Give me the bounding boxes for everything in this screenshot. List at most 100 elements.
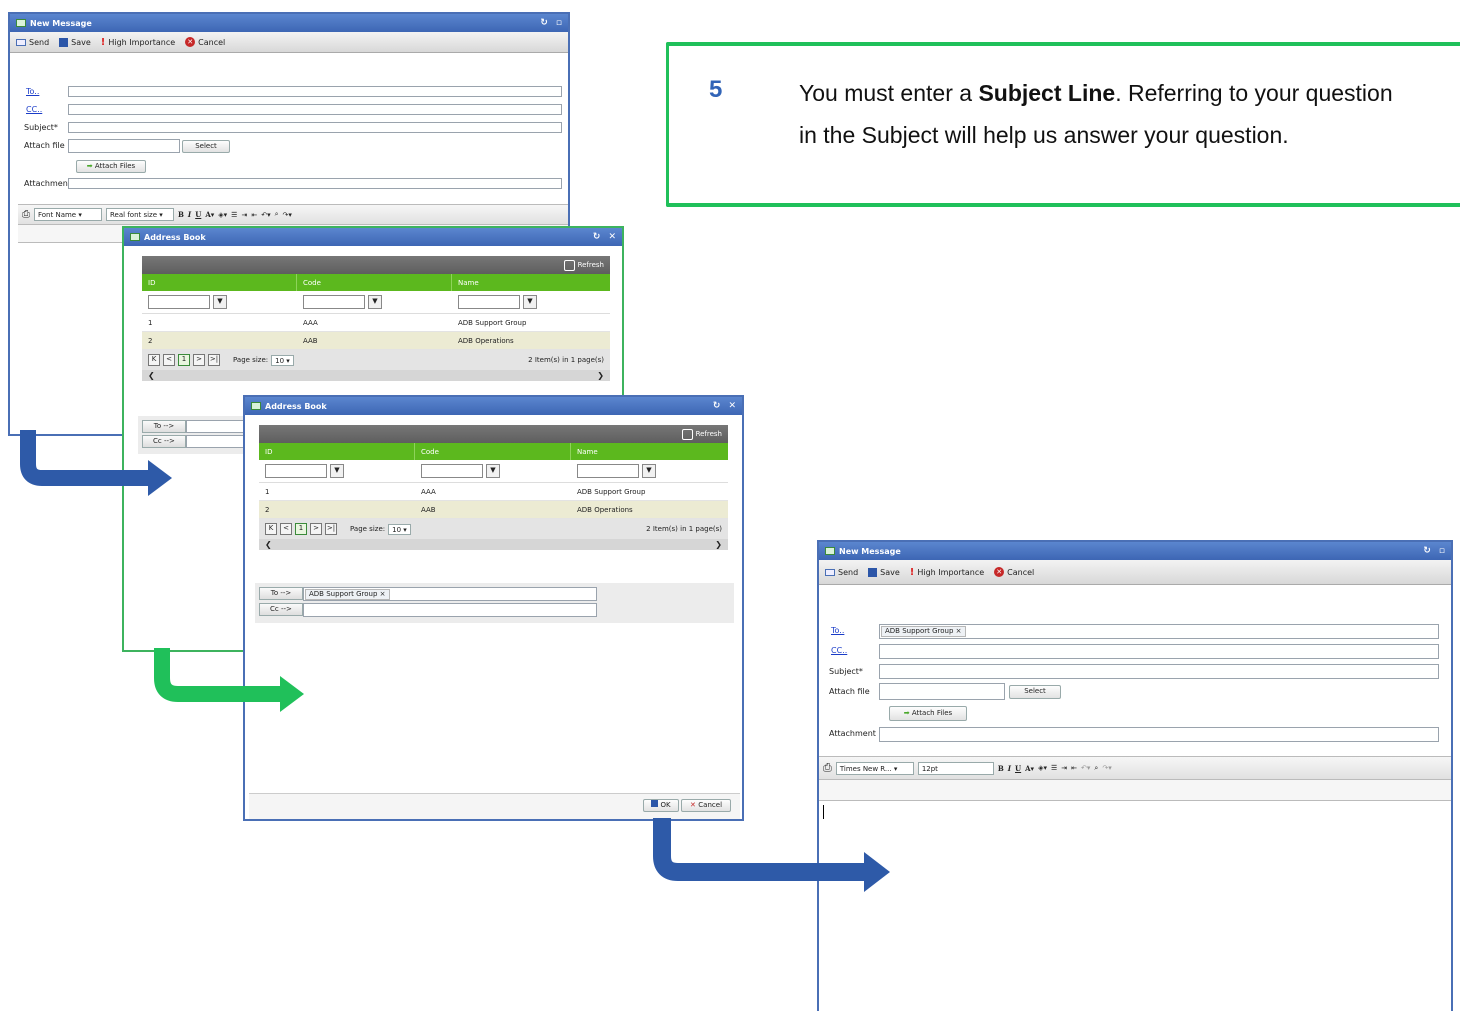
last-page-button[interactable]: >| [325, 523, 337, 535]
maximize-icon[interactable]: ▫ [1439, 546, 1445, 556]
font-color-icon[interactable]: A▾ [1025, 764, 1034, 773]
redo-icon[interactable]: ↷▾ [1102, 764, 1111, 772]
restore-icon[interactable]: ↻ [1423, 546, 1431, 556]
to-field[interactable] [68, 86, 562, 97]
find-icon[interactable]: ⌕ [1094, 764, 1098, 773]
restore-icon[interactable]: ↻ [713, 401, 721, 411]
close-icon[interactable]: ✕ [608, 232, 616, 242]
page-number[interactable]: 1 [178, 354, 190, 366]
refresh-icon[interactable] [563, 259, 575, 271]
column-header-id[interactable]: ID [259, 443, 415, 460]
filter-icon[interactable]: ▼ [486, 464, 500, 478]
high-importance-button[interactable]: ! High Importance [910, 567, 984, 578]
next-page-button[interactable]: > [193, 354, 205, 366]
editor-body[interactable] [819, 801, 1451, 1011]
column-header-id[interactable]: ID [142, 274, 297, 291]
bold-icon[interactable]: B [998, 764, 1004, 773]
font-color-icon[interactable]: A▾ [205, 210, 214, 219]
cc-link[interactable]: CC.. [26, 105, 42, 114]
refresh-button[interactable]: Refresh [696, 430, 722, 438]
filter-icon[interactable]: ▼ [523, 295, 537, 309]
last-page-button[interactable]: >| [208, 354, 220, 366]
close-icon[interactable]: ✕ [728, 401, 736, 411]
underline-icon[interactable]: U [195, 210, 201, 219]
id-filter-input[interactable] [148, 295, 210, 309]
print-icon[interactable]: ⎙ [823, 761, 832, 775]
send-button[interactable]: Send [16, 38, 49, 47]
name-filter-input[interactable] [577, 464, 639, 478]
font-size-select[interactable]: 12pt [917, 761, 994, 775]
to-link[interactable]: To.. [831, 626, 844, 635]
save-button[interactable]: Save [868, 567, 900, 577]
refresh-icon[interactable] [681, 428, 693, 440]
italic-icon[interactable]: I [188, 210, 191, 219]
remove-token-icon[interactable]: × [956, 627, 962, 635]
code-filter-input[interactable] [421, 464, 483, 478]
attach-files-button[interactable]: ➡ Attach Files [76, 160, 146, 173]
undo-icon[interactable]: ↶▾ [1081, 764, 1090, 772]
undo-icon[interactable]: ↶▾ [261, 211, 270, 219]
subject-field[interactable] [68, 122, 562, 133]
table-row[interactable]: 2 AAB ADB Operations [142, 332, 610, 350]
highlight-icon[interactable]: ◈▾ [1038, 764, 1047, 772]
select-button[interactable]: Select [182, 140, 230, 153]
page-number[interactable]: 1 [295, 523, 307, 535]
subject-field[interactable] [879, 664, 1439, 679]
bullet-list-icon[interactable]: ☰ [231, 211, 237, 219]
redo-icon[interactable]: ↷▾ [283, 211, 292, 219]
cancel-button[interactable]: ✕ Cancel [681, 799, 731, 812]
prev-page-button[interactable]: < [280, 523, 292, 535]
maximize-icon[interactable]: ▫ [556, 18, 562, 28]
refresh-button[interactable]: Refresh [578, 261, 604, 269]
italic-icon[interactable]: I [1008, 764, 1011, 773]
filter-icon[interactable]: ▼ [330, 464, 344, 478]
to-button[interactable]: To --> [259, 587, 303, 600]
column-header-code[interactable]: Code [297, 274, 452, 291]
save-button[interactable]: Save [59, 37, 91, 47]
outdent-icon[interactable]: ⇤ [251, 211, 257, 219]
to-field[interactable]: ADB Support Group × [879, 624, 1439, 639]
page-size-select[interactable]: 10 ▾ [271, 354, 294, 366]
to-link[interactable]: To.. [26, 87, 39, 96]
high-importance-button[interactable]: ! High Importance [101, 37, 175, 48]
send-button[interactable]: Send [825, 568, 858, 577]
cancel-button[interactable]: ✕ Cancel [994, 567, 1034, 577]
ok-button[interactable]: OK [643, 799, 679, 812]
attach-file-field[interactable] [879, 683, 1005, 700]
filter-icon[interactable]: ▼ [368, 295, 382, 309]
restore-icon[interactable]: ↻ [540, 18, 548, 28]
first-page-button[interactable]: K [265, 523, 277, 535]
filter-icon[interactable]: ▼ [642, 464, 656, 478]
font-name-select[interactable]: Times New R... ▾ [835, 761, 914, 775]
font-name-select[interactable]: Font Name ▾ [34, 208, 102, 221]
find-icon[interactable]: ⌕ [275, 210, 279, 219]
attachment-field[interactable] [68, 178, 562, 189]
print-icon[interactable]: ⎙ [22, 209, 30, 220]
scroll-left-icon[interactable]: ❮ [148, 371, 155, 380]
attach-file-field[interactable] [68, 139, 180, 153]
font-size-select[interactable]: Real font size ▾ [106, 208, 174, 221]
cc-button[interactable]: Cc --> [259, 603, 303, 616]
cc-field[interactable] [68, 104, 562, 115]
first-page-button[interactable]: K [148, 354, 160, 366]
column-header-name[interactable]: Name [571, 443, 728, 460]
indent-icon[interactable]: ⇥ [241, 211, 247, 219]
outdent-icon[interactable]: ⇤ [1071, 764, 1077, 772]
horizontal-scrollbar[interactable]: ❮ ❯ [259, 539, 728, 550]
scroll-right-icon[interactable]: ❯ [715, 540, 722, 549]
bullet-list-icon[interactable]: ☰ [1051, 764, 1057, 772]
table-row[interactable]: 1 AAA ADB Support Group [259, 483, 728, 501]
select-button[interactable]: Select [1009, 685, 1061, 699]
underline-icon[interactable]: U [1015, 764, 1021, 773]
cc-recipients-field[interactable] [303, 603, 597, 617]
attach-files-button[interactable]: ➡ Attach Files [889, 706, 967, 721]
prev-page-button[interactable]: < [163, 354, 175, 366]
code-filter-input[interactable] [303, 295, 365, 309]
bold-icon[interactable]: B [178, 210, 184, 219]
horizontal-scrollbar[interactable]: ❮ ❯ [142, 370, 610, 381]
to-recipients-field[interactable]: ADB Support Group × [303, 587, 597, 601]
restore-icon[interactable]: ↻ [593, 232, 601, 242]
cc-field[interactable] [879, 644, 1439, 659]
column-header-name[interactable]: Name [452, 274, 610, 291]
name-filter-input[interactable] [458, 295, 520, 309]
